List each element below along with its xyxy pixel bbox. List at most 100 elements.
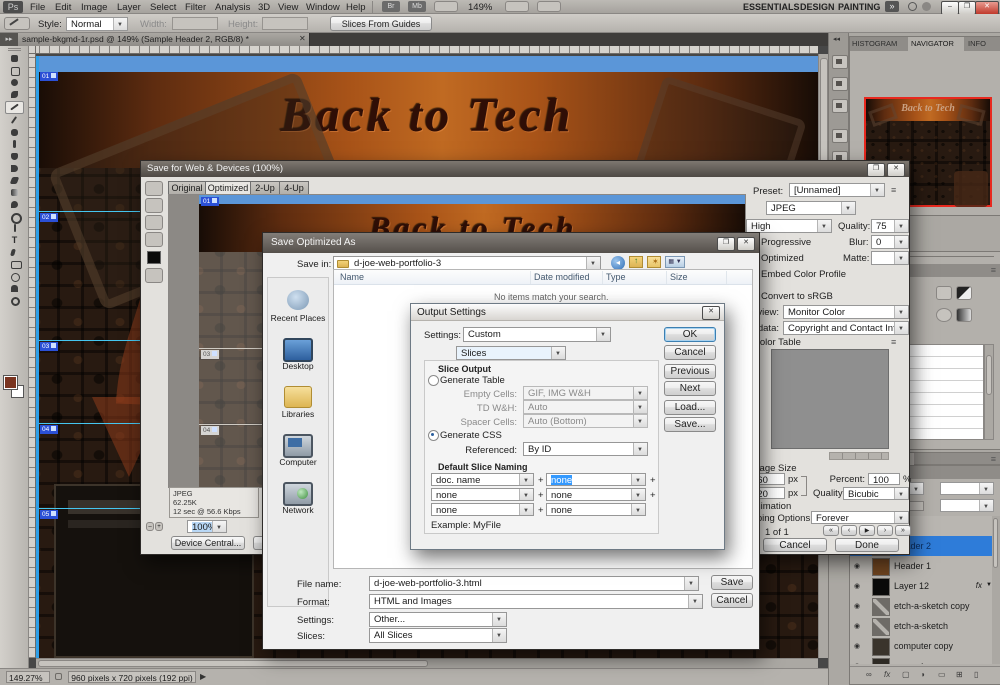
new-folder-icon[interactable]: ✶	[647, 256, 661, 268]
saveas-close-button[interactable]: ✕	[737, 237, 755, 251]
workspace-essentials[interactable]: ESSENTIALS	[743, 2, 800, 12]
type-tool[interactable]: T	[6, 235, 23, 246]
preset-menu-icon[interactable]	[891, 185, 896, 196]
window-close-button[interactable]: ✕	[975, 1, 999, 15]
sfw-zoom-select[interactable]: 100%	[187, 520, 227, 533]
width-field[interactable]	[172, 17, 218, 30]
slice-badge-04[interactable]: 04	[40, 425, 58, 434]
empty-cells-select[interactable]: GIF, IMG W&H	[523, 386, 648, 400]
document-tab[interactable]: sample-bkgmd-1r.psd @ 149% (Sample Heade…	[18, 33, 310, 46]
adjustment-icon-2[interactable]	[956, 286, 972, 300]
hand-tool-icon[interactable]	[145, 181, 163, 196]
fill-field[interactable]	[940, 499, 994, 512]
eraser-tool[interactable]	[6, 175, 23, 186]
panel-menu-icon[interactable]	[991, 454, 996, 465]
style-select[interactable]: Normal	[66, 17, 128, 31]
tool-preset-picker[interactable]	[4, 17, 30, 30]
menu-edit[interactable]: Edit	[55, 2, 71, 13]
menu-help[interactable]: Help	[346, 2, 366, 13]
3d-rotate-tool[interactable]	[6, 271, 23, 282]
opacity-field[interactable]	[940, 482, 994, 495]
saveas-help-button[interactable]: ❐	[717, 237, 735, 251]
eye-icon[interactable]	[854, 580, 860, 591]
sfw-cancel-button[interactable]: Cancel	[763, 538, 827, 552]
tab-close-icon[interactable]: ✕	[299, 34, 306, 43]
next-frame-button[interactable]: ›	[877, 525, 893, 536]
column-date-modified[interactable]: Date modified	[534, 272, 590, 282]
eyedropper-color-swatch[interactable]	[147, 251, 161, 264]
panel-menu-icon[interactable]	[991, 265, 996, 276]
new-layer-icon[interactable]: ⊞	[956, 670, 963, 679]
slices-from-guides-button[interactable]: Slices From Guides	[330, 16, 432, 31]
layer-row[interactable]: Header 1	[850, 556, 996, 577]
naming-select-1a[interactable]: doc. name	[431, 473, 534, 486]
layer-row[interactable]: computer	[850, 656, 996, 664]
zoom-tool[interactable]	[6, 295, 23, 306]
play-button[interactable]: ▶	[859, 525, 875, 536]
looping-select[interactable]: Forever	[811, 511, 909, 524]
menu-image[interactable]: Image	[81, 2, 107, 13]
resample-select[interactable]: Bicubic	[843, 487, 909, 500]
height-field[interactable]	[262, 17, 308, 30]
sfw-close-button[interactable]: ✕	[887, 163, 905, 177]
dodge-tool[interactable]	[6, 211, 23, 222]
output-save-button[interactable]: Save...	[664, 417, 716, 432]
up-folder-icon[interactable]: ↑	[629, 256, 643, 268]
hand-tool[interactable]	[6, 283, 23, 294]
generate-table-radio[interactable]	[428, 375, 439, 386]
blur-tool[interactable]	[6, 199, 23, 210]
slice-tool[interactable]	[5, 101, 24, 114]
output-settings-select[interactable]: Custom	[463, 327, 611, 342]
layer-row[interactable]: Layer 12fx▼	[850, 576, 996, 597]
marquee-tool[interactable]	[6, 65, 23, 76]
screen-mode-button[interactable]	[537, 1, 561, 12]
naming-select-2b[interactable]: none	[546, 488, 646, 501]
menu-filter[interactable]: Filter	[185, 2, 206, 13]
file-name-field[interactable]: d-joe-web-portfolio-3.html	[369, 576, 699, 591]
zoom-level-control[interactable]: 149%	[468, 2, 492, 13]
saveas-slices-select[interactable]: All Slices	[369, 628, 507, 643]
preview-slice-badge-04[interactable]: 04	[201, 426, 219, 435]
preset-select[interactable]: [Unnamed]	[789, 183, 885, 197]
toggle-slices-icon[interactable]	[145, 268, 163, 283]
preset-list-scrollbar[interactable]	[984, 344, 994, 440]
menu-view[interactable]: View	[278, 2, 298, 13]
eye-icon[interactable]	[854, 660, 860, 664]
delete-layer-icon[interactable]: ▯	[974, 670, 978, 679]
slice-select-tool-icon[interactable]	[145, 198, 163, 213]
eye-icon[interactable]	[854, 640, 860, 651]
bridge-button[interactable]: Br	[382, 1, 400, 12]
collapsed-panel-icon-1[interactable]	[832, 55, 848, 69]
color-table-buttons[interactable]	[829, 452, 889, 460]
saveas-format-select[interactable]: HTML and Images	[369, 594, 703, 609]
device-central-button[interactable]: Device Central...	[171, 536, 245, 550]
output-section-select[interactable]: Slices	[456, 346, 566, 360]
history-brush-tool[interactable]	[6, 163, 23, 174]
zoom-tool-icon[interactable]	[145, 215, 163, 230]
naming-select-3b[interactable]: none	[546, 503, 646, 516]
tab-navigator[interactable]: NAVIGATOR	[908, 37, 964, 51]
sfw-title-bar[interactable]: Save for Web & Devices (100%) ❐ ✕	[141, 161, 909, 177]
menu-analysis[interactable]: Analysis	[215, 2, 250, 13]
menu-select[interactable]: Select	[150, 2, 176, 13]
column-name[interactable]: Name	[340, 272, 364, 282]
naming-select-2a[interactable]: none	[431, 488, 534, 501]
gradient-tool[interactable]	[6, 187, 23, 198]
layers-scrollbar[interactable]	[992, 516, 1000, 664]
path-selection-tool[interactable]	[6, 247, 23, 258]
foreground-color-swatch[interactable]	[4, 376, 17, 389]
scrollbar-thumb[interactable]	[38, 660, 428, 667]
adjustment-icon-4[interactable]	[956, 308, 972, 322]
ps-logo[interactable]: Ps	[3, 1, 23, 13]
saveas-settings-select[interactable]: Other...	[369, 612, 507, 627]
status-zoom-field[interactable]: 149.27%	[6, 671, 50, 683]
view-extras-button[interactable]	[434, 1, 458, 12]
eyedropper-tool[interactable]	[6, 115, 23, 126]
blur-field[interactable]: 0	[871, 235, 909, 249]
compression-select[interactable]: High	[746, 219, 832, 233]
preview-slice-badge-03[interactable]: 03	[201, 350, 219, 359]
place-libraries[interactable]: Libraries	[268, 386, 328, 430]
eye-icon[interactable]	[854, 600, 860, 611]
eye-icon[interactable]	[854, 560, 860, 571]
eye-icon[interactable]	[854, 620, 860, 631]
